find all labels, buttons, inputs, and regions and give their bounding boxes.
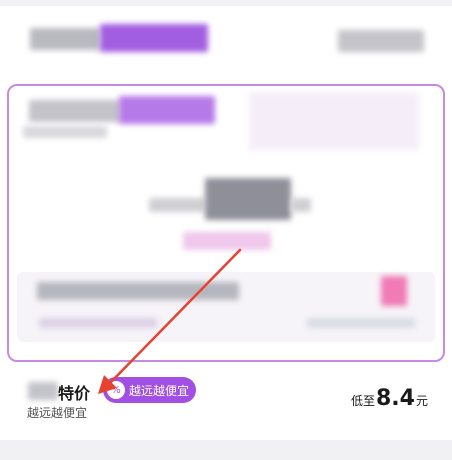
blurred-detail-sub-left xyxy=(39,318,157,328)
blurred-card-decoration xyxy=(249,92,419,150)
top-divider xyxy=(0,0,452,6)
blurred-detail-icon xyxy=(381,276,407,306)
tag-label: 越远越便宜 xyxy=(129,383,190,398)
distance-discount-tag[interactable]: % 越远越便宜 xyxy=(103,377,196,403)
price-value: 8.4 xyxy=(376,386,415,411)
lowest-price: 低至 8.4 元 xyxy=(351,386,428,411)
blurred-card-caption xyxy=(23,126,107,138)
deal-title: 特价 xyxy=(58,384,91,403)
blurred-detail-line xyxy=(37,282,239,300)
blurred-detail-sub-right xyxy=(307,318,415,328)
blurred-price-note xyxy=(183,232,271,250)
price-unit: 元 xyxy=(415,394,428,408)
price-prefix: 低至 xyxy=(350,394,375,408)
blurred-price-left xyxy=(149,198,205,212)
percent-badge-icon: % xyxy=(107,381,125,399)
blurred-header-highlight xyxy=(100,24,208,52)
ticket-card[interactable] xyxy=(7,84,445,362)
ticket-detail-panel xyxy=(17,272,435,342)
blurred-header-text xyxy=(30,28,100,50)
deal-subtitle: 越远越便宜 xyxy=(27,406,88,420)
blurred-price-main xyxy=(205,178,291,220)
blurred-card-title xyxy=(29,100,121,122)
blurred-header-right xyxy=(338,30,424,52)
bottom-divider xyxy=(0,440,452,460)
blurred-price-right xyxy=(291,198,311,212)
blurred-deal-prefix xyxy=(28,382,58,400)
blurred-card-badge xyxy=(119,96,215,124)
screen: 特价 % 越远越便宜 越远越便宜 低至 8.4 元 xyxy=(0,0,452,440)
